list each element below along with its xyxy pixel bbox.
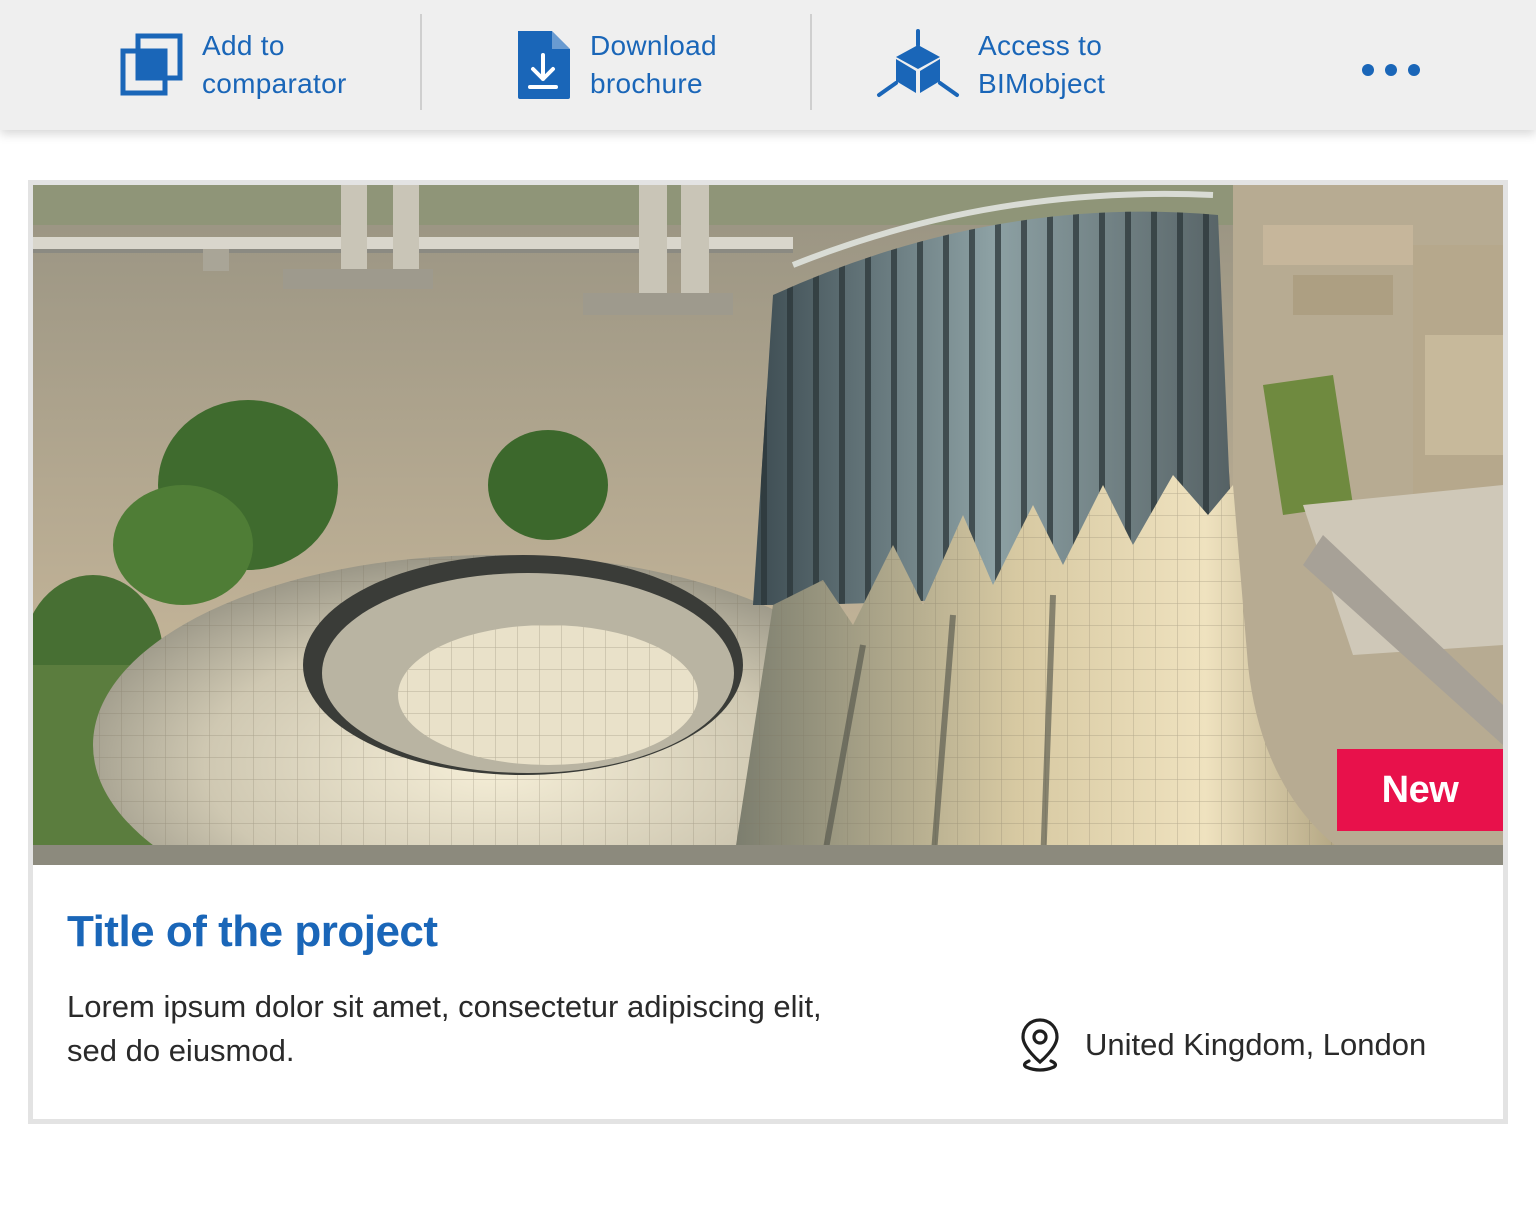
new-badge: New (1337, 749, 1503, 831)
more-horizontal-icon (1362, 64, 1374, 76)
project-title[interactable]: Title of the project (67, 907, 438, 957)
toolbar-divider (420, 14, 422, 110)
project-image: New (33, 185, 1503, 865)
download-brochure-label: Download brochure (590, 30, 717, 99)
location-text: United Kingdom, London (1085, 1027, 1427, 1062)
download-brochure-button[interactable]: Download brochure (514, 0, 717, 130)
add-to-comparator-button[interactable]: Add to comparator (120, 0, 347, 130)
download-file-icon (518, 31, 570, 99)
project-photo (33, 185, 1503, 865)
more-options-button[interactable] (1362, 50, 1420, 90)
add-to-comparator-label: Add to comparator (202, 30, 347, 99)
comparator-icon (120, 33, 183, 96)
project-location: United Kingdom, London (1019, 1017, 1426, 1073)
cube-icon (877, 29, 959, 97)
project-description: Lorem ipsum dolor sit amet, consectetur … (67, 989, 822, 1068)
action-toolbar: Add to comparator Download brochure Acce… (0, 0, 1536, 130)
more-dot (1385, 64, 1397, 76)
access-bimobject-button[interactable]: Access to BIMobject (876, 0, 1105, 130)
map-pin-icon (1021, 1018, 1059, 1072)
access-bimobject-label: Access to BIMobject (978, 30, 1106, 99)
toolbar-divider (810, 14, 812, 110)
project-card[interactable]: New Title of the project Lorem ipsum dol… (28, 180, 1508, 1124)
more-dot (1408, 64, 1420, 76)
